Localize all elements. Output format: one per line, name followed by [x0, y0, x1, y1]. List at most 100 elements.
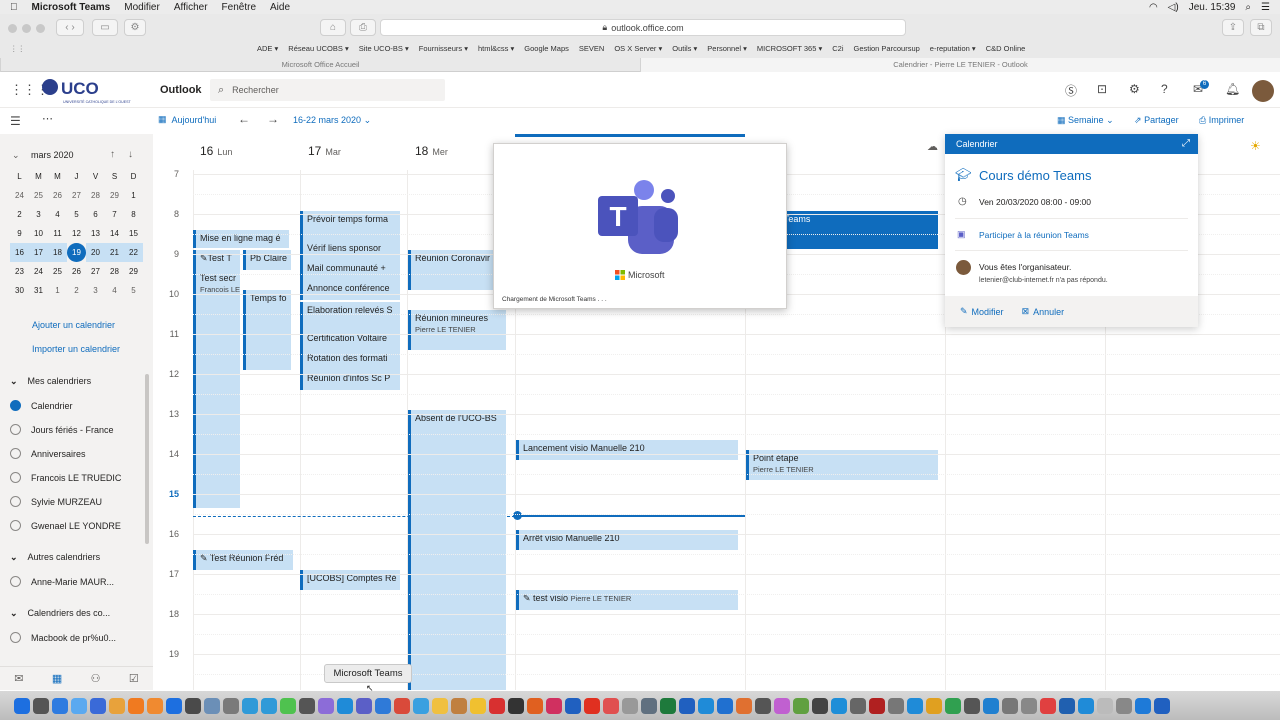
minical-day[interactable]: 26 [67, 262, 86, 281]
edit-button[interactable]: ✎ Modifier [960, 306, 1004, 317]
menu-afficher[interactable]: Afficher [174, 2, 208, 13]
event[interactable]: Réunion mineures Pierre LE TENIER [408, 310, 506, 350]
dock-app-icon[interactable] [831, 697, 847, 714]
dock-app-icon[interactable] [1078, 697, 1094, 714]
minical-day[interactable]: 8 [124, 205, 143, 224]
dock-app-icon[interactable] [641, 697, 657, 714]
dock-app-icon[interactable] [964, 697, 980, 714]
dock-app-icon[interactable] [679, 697, 695, 714]
today-button[interactable]: ▦ Aujourd'hui [158, 114, 216, 125]
minical-day[interactable]: 26 [48, 186, 67, 205]
calendar-item[interactable]: Sylvie MURZEAU [10, 496, 102, 507]
event[interactable]: Absent de l'UCO-BS [408, 410, 506, 690]
dock-app-icon[interactable] [1021, 697, 1037, 714]
dock-app-icon[interactable] [147, 697, 163, 714]
minical-day[interactable]: 29 [105, 186, 124, 205]
dock-app-icon[interactable] [356, 697, 372, 714]
calendar-item[interactable]: Calendrier [10, 400, 73, 411]
event[interactable]: ✎ test visio Pierre LE TENIER [516, 590, 738, 610]
menu-modifier[interactable]: Modifier [124, 2, 160, 13]
search-box[interactable]: ⌕ Rechercher [210, 79, 445, 101]
minical-day[interactable]: 2 [10, 205, 29, 224]
bookmark[interactable]: Fournisseurs ▾ [419, 44, 468, 53]
url-bar[interactable]: 🔒︎ outlook.office.com [380, 19, 906, 36]
minical-day[interactable]: 25 [29, 186, 48, 205]
bookmark[interactable]: C&D Online [986, 44, 1026, 53]
dock-app-icon[interactable] [527, 697, 543, 714]
minical-day[interactable]: 15 [124, 224, 143, 243]
bookmark[interactable]: MICROSOFT 365 ▾ [757, 44, 822, 53]
dock-app-icon[interactable] [432, 697, 448, 714]
day-header-wed[interactable]: 18 Mer [415, 144, 448, 158]
minical-day-today[interactable]: 19 [67, 243, 86, 262]
dock-app-icon[interactable] [774, 697, 790, 714]
bookmark[interactable]: SEVEN [579, 44, 604, 53]
minical-day[interactable]: 17 [29, 243, 48, 262]
dock-app-icon[interactable] [128, 697, 144, 714]
dock-app-icon[interactable] [299, 697, 315, 714]
dock-app-icon[interactable] [223, 697, 239, 714]
minical-day[interactable]: 23 [10, 262, 29, 281]
back-forward-buttons[interactable]: ‹ › [56, 19, 84, 36]
minical-day[interactable]: 18 [48, 243, 67, 262]
my-day-icon[interactable]: ⊡ [1097, 82, 1107, 96]
help-icon[interactable]: ? [1161, 82, 1168, 96]
bookmark[interactable]: C2i [832, 44, 843, 53]
minical-day[interactable]: 22 [124, 243, 143, 262]
minical-day[interactable]: 1 [124, 186, 143, 205]
calendar-item[interactable]: Jours fériés - France [10, 424, 114, 435]
dock-app-icon[interactable] [736, 697, 752, 714]
dock-app-icon[interactable] [508, 697, 524, 714]
dock-app-icon[interactable] [204, 697, 220, 714]
dock-app-icon[interactable] [698, 697, 714, 714]
minical-day[interactable]: 14 [105, 224, 124, 243]
minical-day[interactable]: 5 [67, 205, 86, 224]
tab-office-home[interactable]: Microsoft Office Accueil [0, 58, 640, 72]
minical-day[interactable]: 11 [48, 224, 67, 243]
view-selector[interactable]: ▦ Semaine ⌄ [1057, 115, 1114, 126]
dock-app-icon[interactable] [413, 697, 429, 714]
sidebar-toggle-icon[interactable]: ▭ [92, 19, 118, 36]
dock-app-icon[interactable] [1040, 697, 1056, 714]
dock-app-icon[interactable] [71, 697, 87, 714]
minical-day[interactable]: 1 [48, 281, 67, 300]
minical-day[interactable]: 6 [86, 205, 105, 224]
tabs-overview-icon[interactable]: ⧉ [1250, 19, 1272, 36]
dock-app-icon[interactable] [1135, 697, 1151, 714]
event[interactable]: Rotation des formati [300, 350, 400, 370]
close-window-button[interactable] [8, 24, 17, 33]
dock-app-icon[interactable] [337, 697, 353, 714]
volume-icon[interactable]: ◁) [1168, 2, 1179, 13]
minical-day[interactable]: 27 [67, 186, 86, 205]
minical-prev-icon[interactable]: ↑ [110, 149, 115, 160]
dock-app-icon[interactable] [603, 697, 619, 714]
minical-day[interactable]: 5 [124, 281, 143, 300]
dock-app-icon[interactable] [185, 697, 201, 714]
bookmark[interactable]: Site UCO-BS ▾ [359, 44, 409, 53]
minical-day[interactable]: 9 [10, 224, 29, 243]
dock-app-icon[interactable] [1002, 697, 1018, 714]
event[interactable]: Réunion d'infos Sc P [300, 370, 400, 390]
settings-gear-icon[interactable]: ⚙ [1129, 82, 1140, 96]
day-header-mon[interactable]: 16 Lun [200, 144, 232, 158]
bookmark[interactable]: Réseau UCOBS ▾ [288, 44, 348, 53]
minical-day[interactable]: 16 [10, 243, 29, 262]
minical-day[interactable]: 12 [67, 224, 86, 243]
date-range-picker[interactable]: 16-22 mars 2020 ⌄ [293, 115, 371, 126]
dock-app-icon[interactable] [983, 697, 999, 714]
zoom-window-button[interactable] [36, 24, 45, 33]
minical-day[interactable]: 2 [67, 281, 86, 300]
share-button[interactable]: ⇗ Partager [1134, 115, 1179, 126]
minical-next-icon[interactable]: ↓ [128, 149, 133, 160]
event[interactable]: Vérif liens sponsor [300, 240, 400, 260]
event[interactable]: Elaboration relevés S [300, 302, 400, 330]
minical-day[interactable]: 25 [48, 262, 67, 281]
dock-app-icon[interactable] [470, 697, 486, 714]
more-options-icon[interactable]: ⋯ [42, 112, 53, 125]
minical-day[interactable]: 10 [29, 224, 48, 243]
event[interactable]: Lancement visio Manuelle 210 [516, 440, 738, 460]
settings-icon[interactable]: ⚙ [124, 19, 146, 36]
dock-app-icon[interactable] [394, 697, 410, 714]
menu-aide[interactable]: Aide [270, 2, 290, 13]
dock-app-icon[interactable] [318, 697, 334, 714]
